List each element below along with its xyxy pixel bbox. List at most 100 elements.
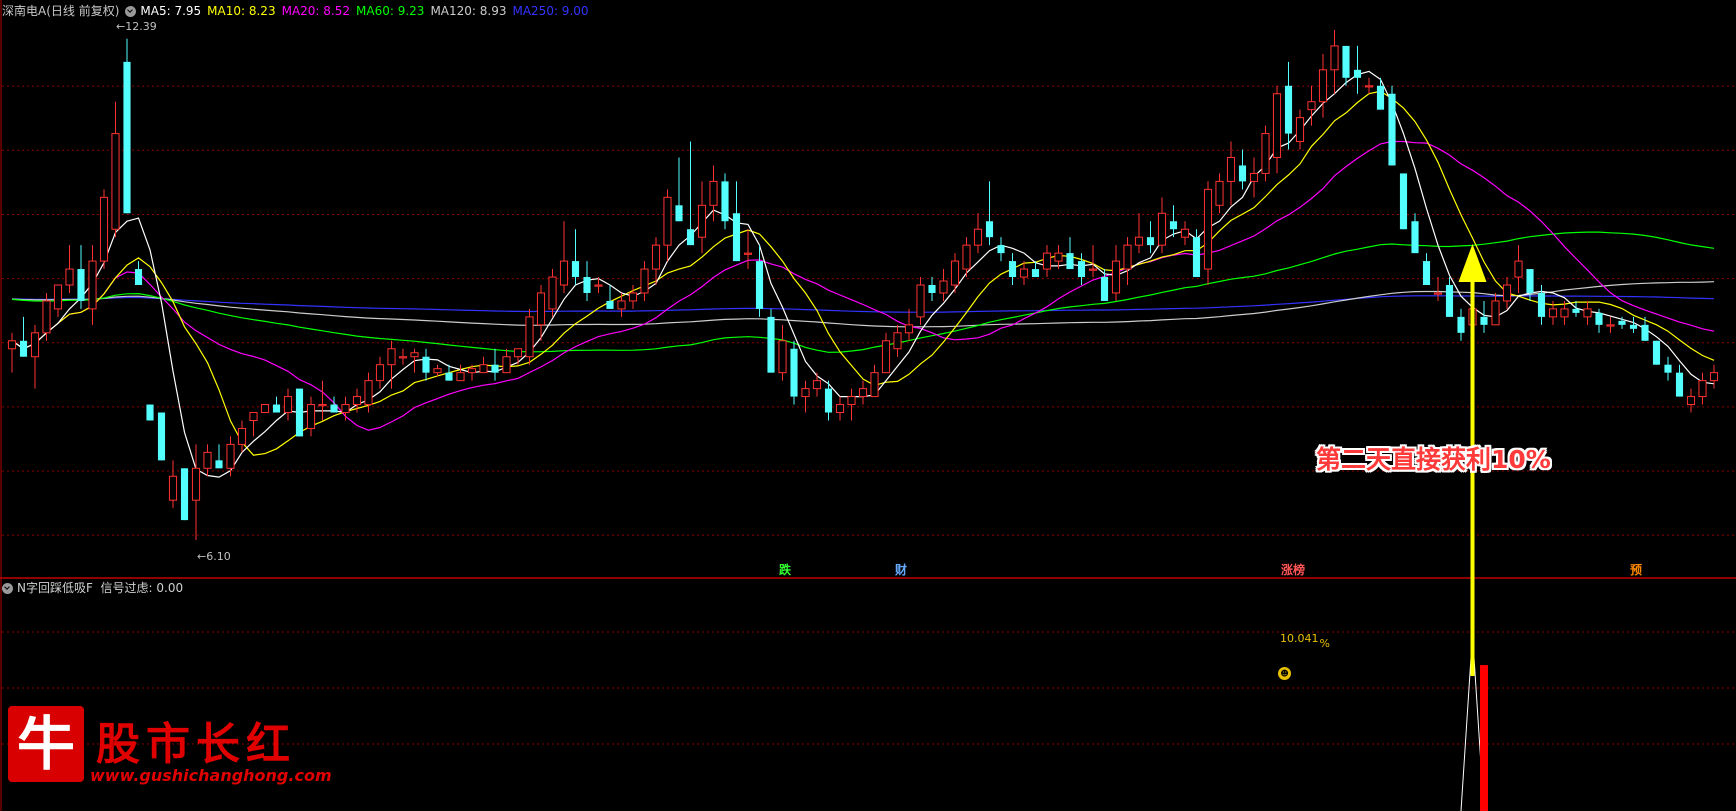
min-price-value: 6.10 — [206, 550, 231, 563]
indicator-pct-unit: % — [1319, 637, 1330, 650]
candle-body — [1077, 261, 1086, 278]
candle-body — [1226, 156, 1236, 182]
candle — [617, 292, 626, 317]
candle-body — [1111, 260, 1121, 294]
candle-body — [1157, 212, 1167, 246]
candle-body — [1330, 45, 1339, 71]
candle-body — [283, 396, 293, 414]
candle-body — [467, 368, 477, 374]
candle-body — [191, 467, 201, 501]
candle-body — [628, 292, 638, 302]
candle — [1502, 277, 1512, 309]
candle-body — [870, 372, 879, 398]
candle-body — [88, 260, 97, 310]
settings-dropdown-icon[interactable] — [125, 6, 137, 17]
candle-body — [939, 280, 948, 294]
candle — [398, 348, 408, 365]
candle-body — [1709, 372, 1719, 382]
candle — [939, 269, 948, 301]
candle-body — [77, 269, 85, 301]
candle — [134, 261, 143, 285]
candle-body — [7, 340, 17, 350]
indicator-header: N字回踩低吸F 信号过虑: 0.00 — [2, 580, 183, 596]
candle-body — [272, 404, 281, 413]
indicator-pct-label: 10.041% — [1280, 632, 1330, 650]
arrow-head — [1458, 244, 1487, 282]
candle-body — [1238, 165, 1247, 182]
candle-body — [1342, 45, 1350, 78]
candle-body — [1353, 69, 1362, 78]
candle — [1238, 149, 1247, 190]
candle — [755, 245, 764, 317]
candle-body — [904, 324, 914, 334]
candle-body — [422, 356, 430, 373]
candle-body — [111, 133, 120, 230]
candle — [1376, 77, 1385, 110]
candle-body — [536, 292, 546, 326]
candle-body — [1215, 180, 1224, 206]
candle — [847, 388, 856, 421]
candle — [801, 380, 810, 413]
candle-body — [1249, 172, 1259, 182]
candle-body — [767, 316, 775, 373]
candle — [375, 356, 385, 389]
candle-body — [1698, 380, 1707, 398]
ma-legend-item: MA250: 9.00 — [512, 4, 589, 18]
candle-body — [916, 284, 925, 318]
ma-legend-item: MA120: 8.93 — [430, 4, 507, 18]
candle — [191, 444, 201, 541]
candle — [341, 396, 350, 421]
candle-body — [1399, 173, 1408, 230]
candle-body — [928, 285, 936, 293]
max-price-value: 12.39 — [125, 20, 157, 33]
candle-body — [1686, 396, 1696, 406]
candle-body — [180, 468, 189, 521]
candle — [272, 396, 281, 413]
candle — [1445, 277, 1454, 317]
candle — [606, 285, 614, 309]
candle-body — [1284, 85, 1293, 134]
candle — [111, 101, 120, 238]
candle — [513, 348, 523, 365]
candle-body — [1054, 252, 1063, 262]
candle-body — [651, 244, 661, 270]
candle-body — [53, 284, 63, 310]
candle-body — [548, 276, 557, 310]
candle — [697, 181, 707, 254]
candle — [1698, 372, 1707, 405]
candle-body — [801, 388, 810, 398]
candle — [306, 396, 316, 437]
candle — [237, 420, 247, 453]
candle — [77, 245, 85, 309]
candle — [1388, 85, 1396, 166]
candle — [1330, 29, 1339, 94]
candle-body — [1042, 252, 1052, 270]
candle-body — [525, 316, 534, 358]
candle-body — [1364, 85, 1374, 88]
candle-body — [1272, 93, 1282, 158]
candle-body — [640, 268, 649, 294]
candle-body — [215, 460, 223, 469]
candle-body — [1514, 260, 1523, 278]
candle — [422, 348, 430, 381]
candle-body — [1411, 221, 1419, 254]
candle-body — [583, 277, 591, 293]
candle — [283, 388, 293, 421]
candle — [663, 189, 672, 262]
candle-body — [445, 372, 453, 381]
candle — [1399, 173, 1408, 230]
candle — [1295, 109, 1305, 150]
candle-body — [962, 244, 971, 270]
profit-annotation: 第二天直接获利10% — [1316, 445, 1551, 474]
min-price-label: ←6.10 — [197, 550, 231, 563]
indicator-dropdown-icon[interactable] — [2, 583, 13, 594]
candle-body — [387, 348, 396, 366]
candle-body — [1123, 244, 1132, 270]
logo-name: 股市长红 — [96, 719, 296, 770]
candle-body — [134, 269, 143, 285]
candle-body — [352, 396, 362, 406]
candle — [1641, 316, 1649, 341]
candle-body — [295, 388, 304, 437]
candle — [1664, 356, 1672, 381]
candle — [583, 261, 591, 301]
